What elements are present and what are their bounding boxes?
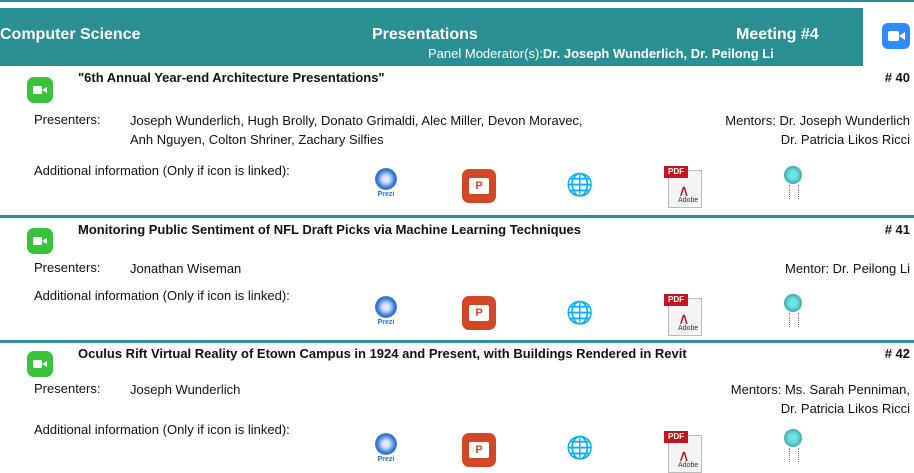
additional-info-label: Additional information (Only if icon is …: [34, 288, 290, 303]
pdf-icon[interactable]: PDF ∧ Adobe: [664, 294, 702, 336]
mentors-line: Mentors: Ms. Sarah Penniman,: [730, 382, 910, 397]
prezi-icon[interactable]: Prezi: [372, 433, 400, 467]
mentors-list: Mentor: Dr. Peilong Li: [785, 259, 910, 278]
pdf-label: PDF: [664, 166, 688, 178]
adobe-label: Adobe: [678, 462, 699, 469]
additional-info-label: Additional information (Only if icon is …: [34, 422, 290, 437]
ppt-glyph: P: [469, 442, 489, 458]
prezi-icon[interactable]: Prezi: [372, 296, 400, 330]
pdf-label: PDF: [664, 294, 688, 306]
mentors-list: Mentors: Dr. Joseph Wunderlich Dr. Patri…: [725, 111, 910, 149]
mentors-line: Mentor: Dr. Peilong Li: [784, 261, 910, 276]
department-title: Computer Science: [0, 26, 141, 43]
presenters-list: Joseph Wunderlich, Hugh Brolly, Donato G…: [130, 111, 583, 149]
lightbulb-icon[interactable]: [782, 166, 804, 200]
prezi-icon[interactable]: Prezi: [372, 168, 400, 202]
zoom-icon[interactable]: [882, 23, 910, 49]
prezi-label: Prezi: [377, 456, 395, 463]
presenters-label: Presenters:: [34, 381, 101, 396]
prezi-label: Prezi: [377, 191, 395, 198]
additional-info-label: Additional information (Only if icon is …: [34, 163, 290, 178]
presenters-list: Joseph Wunderlich: [130, 380, 240, 399]
adobe-label: Adobe: [678, 197, 699, 204]
presenters-line: Joseph Wunderlich: [130, 382, 241, 397]
presenters-line: Anh Nguyen, Colton Shriner, Zachary Silf…: [130, 132, 384, 147]
presentation-entry: "6th Annual Year-end Architecture Presen…: [0, 66, 914, 216]
mentors-line: Dr. Patricia Likos Ricci: [780, 401, 910, 416]
mentors-line: Mentors: Dr. Joseph Wunderlich: [725, 113, 910, 128]
prezi-label: Prezi: [377, 319, 395, 326]
category-title: Presentations: [372, 26, 478, 43]
video-camera-icon[interactable]: [27, 351, 53, 377]
presentation-number: # 40: [884, 70, 910, 85]
presenters-list: Jonathan Wiseman: [130, 259, 241, 278]
presentation-title: Monitoring Public Sentiment of NFL Draft…: [78, 222, 581, 237]
presentation-title: Oculus Rift Virtual Reality of Etown Cam…: [78, 346, 687, 361]
presenters-label: Presenters:: [34, 260, 101, 275]
presentation-title: "6th Annual Year-end Architecture Presen…: [78, 70, 385, 85]
lightbulb-icon[interactable]: [782, 429, 804, 463]
pdf-icon[interactable]: PDF ∧ Adobe: [664, 431, 702, 473]
meeting-label: Meeting #4: [736, 26, 819, 43]
presentation-number: # 41: [884, 222, 910, 237]
presenters-line: Jonathan Wiseman: [130, 261, 242, 276]
moderator-label: Panel Moderator(s):: [428, 46, 543, 61]
powerpoint-icon[interactable]: P: [462, 433, 496, 467]
adobe-label: Adobe: [678, 325, 699, 332]
ppt-glyph: P: [469, 178, 489, 194]
presentation-entry: Monitoring Public Sentiment of NFL Draft…: [0, 218, 914, 342]
video-camera-icon[interactable]: [27, 77, 53, 103]
powerpoint-icon[interactable]: P: [462, 169, 496, 203]
powerpoint-icon[interactable]: P: [462, 296, 496, 330]
globe-cursor-icon[interactable]: 🌐: [566, 172, 593, 198]
moderator-names: Dr. Joseph Wunderlich, Dr. Peilong Li: [542, 46, 774, 61]
presentation-number: # 42: [884, 346, 910, 361]
ppt-glyph: P: [469, 305, 489, 321]
top-divider: [0, 0, 914, 2]
moderators-line: Panel Moderator(s):Dr. Joseph Wunderlich…: [428, 46, 774, 61]
presentation-entry: Oculus Rift Virtual Reality of Etown Cam…: [0, 343, 914, 473]
presenters-label: Presenters:: [34, 112, 101, 127]
globe-cursor-icon[interactable]: 🌐: [566, 435, 593, 461]
pdf-label: PDF: [664, 431, 688, 443]
globe-cursor-icon[interactable]: 🌐: [566, 300, 593, 326]
pdf-icon[interactable]: PDF ∧ Adobe: [664, 166, 702, 208]
mentors-line: Dr. Patricia Likos Ricci: [780, 132, 910, 147]
video-camera-icon[interactable]: [27, 228, 53, 254]
lightbulb-icon[interactable]: [782, 294, 804, 328]
session-header: Computer Science Presentations Meeting #…: [0, 8, 863, 66]
presenters-line: Joseph Wunderlich, Hugh Brolly, Donato G…: [130, 113, 583, 128]
mentors-list: Mentors: Ms. Sarah Penniman, Dr. Patrici…: [731, 380, 910, 418]
